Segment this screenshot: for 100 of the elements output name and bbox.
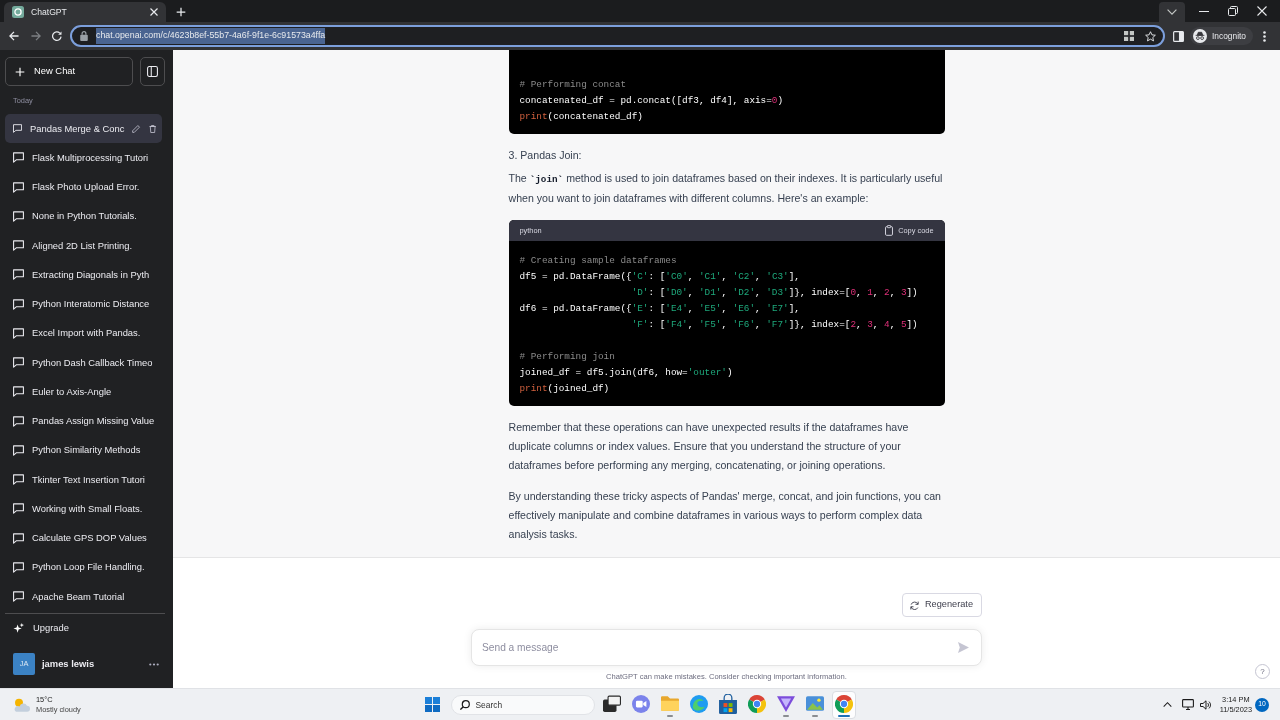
back-arrow-icon[interactable] [9, 31, 19, 41]
tab-search-button[interactable] [1159, 2, 1185, 22]
star-icon[interactable] [1145, 30, 1156, 42]
chat-bubble-icon [13, 503, 24, 515]
chat-item[interactable]: Extracting Diagonals in Pyth [5, 260, 162, 290]
monitor-icon[interactable] [1181, 699, 1194, 710]
paragraph-text: Remember that these operations can have unexpected results if the dataframes have duplicate columns or index values. Ensure that you understand the structure of your dataframes before performing any merging, concatenating, or joining operations. [508, 420, 910, 473]
refresh-icon [910, 600, 919, 610]
shopping-bag-icon [718, 693, 737, 714]
chat-bubble-icon [13, 532, 24, 544]
chat-bubble-icon [13, 181, 24, 193]
side-panel-icon[interactable] [1173, 30, 1184, 42]
send-icon [958, 642, 969, 653]
code-line: df5 = pd.DataFrame({'C': ['C0', 'C1', 'C2', 'C3'], [519, 270, 801, 284]
chat-item[interactable]: Tkinter Text Insertion Tutori [5, 465, 162, 495]
chat-bubble-icon [13, 444, 24, 456]
menu-icon[interactable] [1263, 30, 1266, 42]
message-field[interactable]: Send a message [471, 629, 982, 666]
code-line: # Performing join [519, 350, 616, 364]
chat-item[interactable]: Calculate GPS DOP Values [5, 523, 162, 553]
profile-button[interactable]: Incognito [1190, 27, 1253, 45]
user-name: james lewis [42, 656, 96, 671]
plus-icon [15, 66, 25, 77]
chat-item[interactable]: Python Interatomic Distance [5, 289, 162, 319]
chat-bubble-icon [13, 357, 24, 369]
chat-bubble-icon [13, 561, 24, 573]
lock-icon [80, 31, 88, 41]
chat-item[interactable]: Aligned 2D List Printing. [5, 231, 162, 261]
chat-item[interactable]: Python Dash Callback Timeo [5, 348, 162, 378]
swirl-icon [689, 694, 708, 713]
chat-bubble-icon [13, 327, 24, 339]
close-icon[interactable] [150, 8, 158, 16]
tricolor-circle-icon [747, 694, 766, 713]
chat-item[interactable]: Flask Multiprocessing Tutori [5, 143, 162, 173]
search-field[interactable]: Search [450, 694, 595, 715]
regenerate-button[interactable]: Regenerate [902, 593, 982, 617]
upgrade-link[interactable]: Upgrade [5, 616, 165, 641]
picture-icon [805, 696, 824, 711]
code-line: # Creating sample dataframes [519, 254, 678, 268]
window-icon [602, 694, 621, 713]
triangle-icon [776, 695, 795, 712]
code-line: 'F': ['F4', 'F5', 'F6', 'F7']}, index=[2, 3, 4, 5]) [630, 318, 919, 332]
help-button[interactable]: ? [1255, 664, 1270, 679]
chat-item[interactable]: Excel Import with Pandas. [5, 318, 162, 348]
chat-bubble-icon [13, 298, 24, 310]
chat-item[interactable]: Python Similarity Methods [5, 435, 162, 465]
chat-bubble-icon [13, 386, 24, 398]
chat-bubble-icon [13, 123, 23, 135]
folder-icon [660, 696, 679, 711]
restore-icon[interactable] [1228, 6, 1238, 16]
code-line: df6 = pd.DataFrame({'E': ['E4', 'E5', 'E6', 'E7'], [519, 302, 801, 316]
app-logo-icon [12, 6, 24, 18]
paragraph-text: By understanding these tricky aspects of Pandas' merge, concat, and join functions, you can effectively manipulate and combine dataframes in various ways to perform complex data analysis tasks. [508, 489, 942, 542]
chevron-down-icon [1167, 9, 1177, 15]
trash-icon[interactable] [148, 123, 156, 134]
chat-bubble-icon [13, 474, 24, 486]
chat-item[interactable]: Apache Beam Tutorial [5, 582, 162, 612]
chat-item[interactable]: None in Python Tutorials. [5, 201, 162, 231]
new-chat-button[interactable]: New Chat [5, 57, 133, 86]
minimize-icon[interactable] [1199, 10, 1209, 12]
chevron-up-icon[interactable] [1162, 702, 1172, 707]
paragraph-text: The `join` method is used to join dataframes based on their indexes. It is particularly useful when you want to join dataframes with different columns. Here's an example: [508, 171, 944, 206]
address-bar[interactable]: chat.openai.com/c/4623b8ef-55b7-4a6f-9f1e-6c91573a4ffa [70, 25, 1165, 47]
browser-tab[interactable]: ChatGPT [4, 2, 166, 22]
chat-bubble-icon [13, 591, 24, 603]
search-icon [459, 699, 470, 710]
code-line: concatenated_df = pd.concat([df3, df4], axis=0) [519, 94, 785, 108]
code-line: joined_df = df5.join(df6, how='outer') [519, 366, 734, 380]
windows-logo-icon[interactable] [424, 697, 440, 712]
chat-bubble-icon [13, 210, 24, 222]
chat-item[interactable]: Flask Photo Upload Error. [5, 172, 162, 202]
chat-bubble-icon [13, 415, 24, 427]
sparkle-icon [13, 623, 24, 634]
chat-bubble-icon [13, 152, 24, 164]
chat-item[interactable]: Working with Small Floats. [5, 494, 162, 524]
grid-icon[interactable] [1124, 31, 1134, 41]
clipboard-icon [885, 225, 894, 236]
chat-item[interactable]: Euler to Axis-Angle [5, 377, 162, 407]
chat-item[interactable]: Pandas Assign Missing Value [5, 406, 162, 436]
code-line: 'D': ['D0', 'D1', 'D2', 'D3']}, index=[0, 1, 2, 3]) [630, 286, 919, 300]
sidebar-toggle-button[interactable] [140, 57, 165, 86]
chat-item[interactable]: Python Loop File Handling. [5, 552, 162, 582]
speaker-icon[interactable] [1199, 699, 1211, 710]
new-tab-icon[interactable] [176, 7, 186, 17]
chat-bubble-icon [13, 240, 24, 252]
forward-arrow-icon[interactable] [31, 31, 41, 41]
reload-icon[interactable] [52, 31, 62, 41]
code-line: print(joined_df) [519, 382, 611, 396]
hat-glasses-icon [1193, 29, 1207, 43]
tricolor-circle-icon [834, 694, 853, 713]
video-chat-icon [631, 694, 650, 713]
close-icon[interactable] [1257, 6, 1267, 16]
pencil-icon[interactable] [132, 123, 141, 134]
code-line: # Performing concat [519, 78, 628, 92]
chat-item[interactable]: Pandas Merge & Conc [5, 114, 162, 144]
more-icon[interactable] [149, 662, 159, 666]
chat-bubble-icon [13, 269, 24, 281]
sidebar-icon [147, 66, 158, 77]
code-line: print(concatenated_df) [519, 110, 644, 124]
url-text: chat.openai.com/c/4623b8ef-55b7-4a6f-9f1e-6c91573a4ffa [96, 28, 326, 44]
